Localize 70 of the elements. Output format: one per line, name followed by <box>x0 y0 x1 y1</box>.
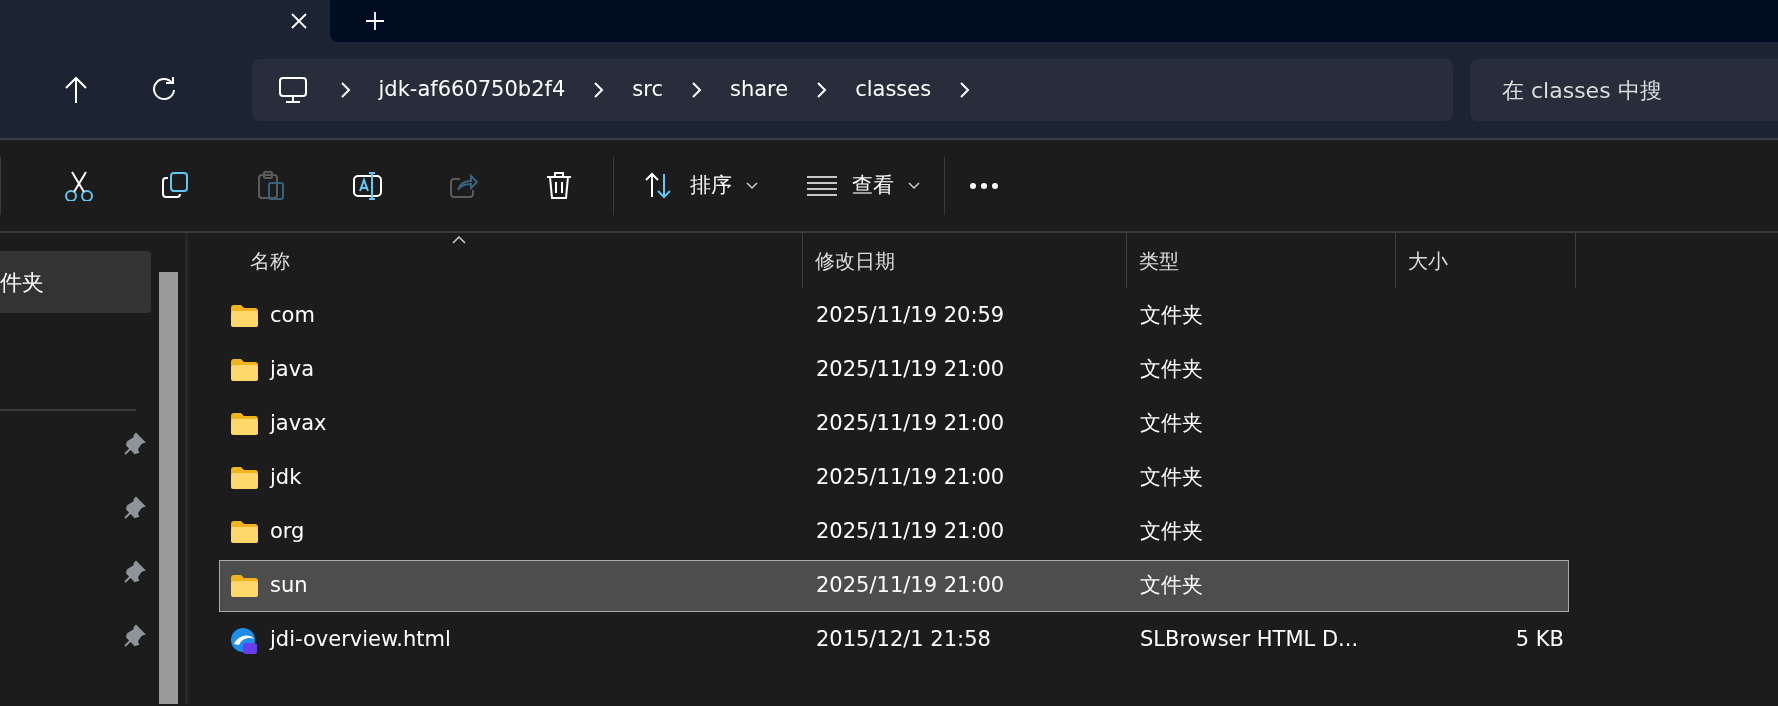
dropdown-caret-icon <box>746 181 758 190</box>
file-row[interactable]: java 2025/11/19 21:00 文件夹 <box>219 344 1569 396</box>
clipboard-icon <box>255 170 287 201</box>
file-row[interactable]: jdk 2025/11/19 21:00 文件夹 <box>219 452 1569 504</box>
dropdown-caret-icon <box>908 181 920 190</box>
folder-icon <box>230 518 258 546</box>
file-name: org <box>270 518 305 546</box>
column-header[interactable]: 名称 <box>188 233 803 288</box>
file-type: 文件夹 <box>1140 519 1203 544</box>
file-row[interactable]: jdi-overview.html 2015/12/1 21:58 SLBrowser HTML D... 5 KB <box>219 614 1569 666</box>
column-header[interactable]: 大小 <box>1396 233 1576 288</box>
pin-icon[interactable] <box>123 431 146 455</box>
sort-menu-button[interactable]: 排序 <box>620 169 782 202</box>
file-name: javax <box>270 410 327 438</box>
breadcrumb-link[interactable]: share <box>701 74 817 106</box>
modified-date: 2025/11/19 21:00 <box>816 465 1005 490</box>
rename-icon <box>351 170 383 201</box>
folder-icon <box>230 410 258 438</box>
file-row[interactable]: com 2025/11/19 20:59 文件夹 <box>219 290 1569 342</box>
folder-icon <box>230 464 258 492</box>
refresh-icon[interactable] <box>150 77 177 103</box>
modified-date: 2025/11/19 21:00 <box>816 519 1005 544</box>
file-type: 文件夹 <box>1140 357 1203 382</box>
file-name: jdk <box>270 464 302 492</box>
close-icon[interactable] <box>290 12 308 30</box>
more-icon[interactable] <box>969 180 999 191</box>
file-name: java <box>270 356 314 384</box>
chevron-icon[interactable] <box>959 81 971 99</box>
view-menu-button[interactable]: 查看 <box>782 169 944 202</box>
breadcrumb-link[interactable]: src <box>604 74 691 106</box>
pin-icon[interactable] <box>123 623 146 647</box>
modified-date: 2025/11/19 21:00 <box>816 357 1005 382</box>
up-arrow-icon[interactable] <box>63 76 88 104</box>
column-header[interactable]: 类型 <box>1127 233 1396 288</box>
scrollbar[interactable] <box>159 272 178 704</box>
breadcrumb-link[interactable]: jdk-af660750b2f4 <box>350 74 594 106</box>
modified-date: 2025/11/19 20:59 <box>816 303 1005 328</box>
folder-icon <box>230 572 258 600</box>
plus-icon[interactable] <box>365 11 385 31</box>
file-name: sun <box>270 572 308 600</box>
modified-date: 2025/11/19 21:00 <box>816 573 1005 598</box>
modified-date: 2025/11/19 21:00 <box>816 411 1005 436</box>
computer-icon <box>277 75 308 105</box>
file-type: 文件夹 <box>1140 411 1203 436</box>
file-type: 文件夹 <box>1140 573 1203 598</box>
file-type: 文件夹 <box>1140 465 1203 490</box>
chevron-icon[interactable] <box>593 81 605 99</box>
file-row[interactable]: org 2025/11/19 21:00 文件夹 <box>219 506 1569 558</box>
modified-date: 2015/12/1 21:58 <box>816 627 991 652</box>
chevron-icon[interactable] <box>690 81 702 99</box>
chevron-icon[interactable] <box>339 81 351 99</box>
file-row[interactable]: sun 2025/11/19 21:00 文件夹 <box>219 560 1569 612</box>
column-header[interactable]: 修改日期 <box>803 233 1127 288</box>
scissors-icon <box>63 170 95 201</box>
pin-icon[interactable] <box>123 559 146 583</box>
file-row[interactable]: javax 2025/11/19 21:00 文件夹 <box>219 398 1569 450</box>
chevron-icon[interactable] <box>816 81 828 99</box>
file-type: SLBrowser HTML D... <box>1140 627 1359 652</box>
file-name: jdi-overview.html <box>270 626 451 654</box>
file-name: com <box>270 302 315 330</box>
nav-item[interactable]: 件夹 <box>0 251 151 313</box>
search-field[interactable]: 在 classes 中搜 <box>1470 59 1778 121</box>
pin-icon[interactable] <box>123 495 146 519</box>
file-type: 文件夹 <box>1140 303 1203 328</box>
breadcrumb-link[interactable]: classes <box>827 74 960 106</box>
folder-icon <box>230 356 258 384</box>
browser-file-icon <box>230 626 258 654</box>
folder-icon <box>230 302 258 330</box>
file-size: 5 KB <box>1515 627 1564 652</box>
copy-icon <box>159 170 191 201</box>
